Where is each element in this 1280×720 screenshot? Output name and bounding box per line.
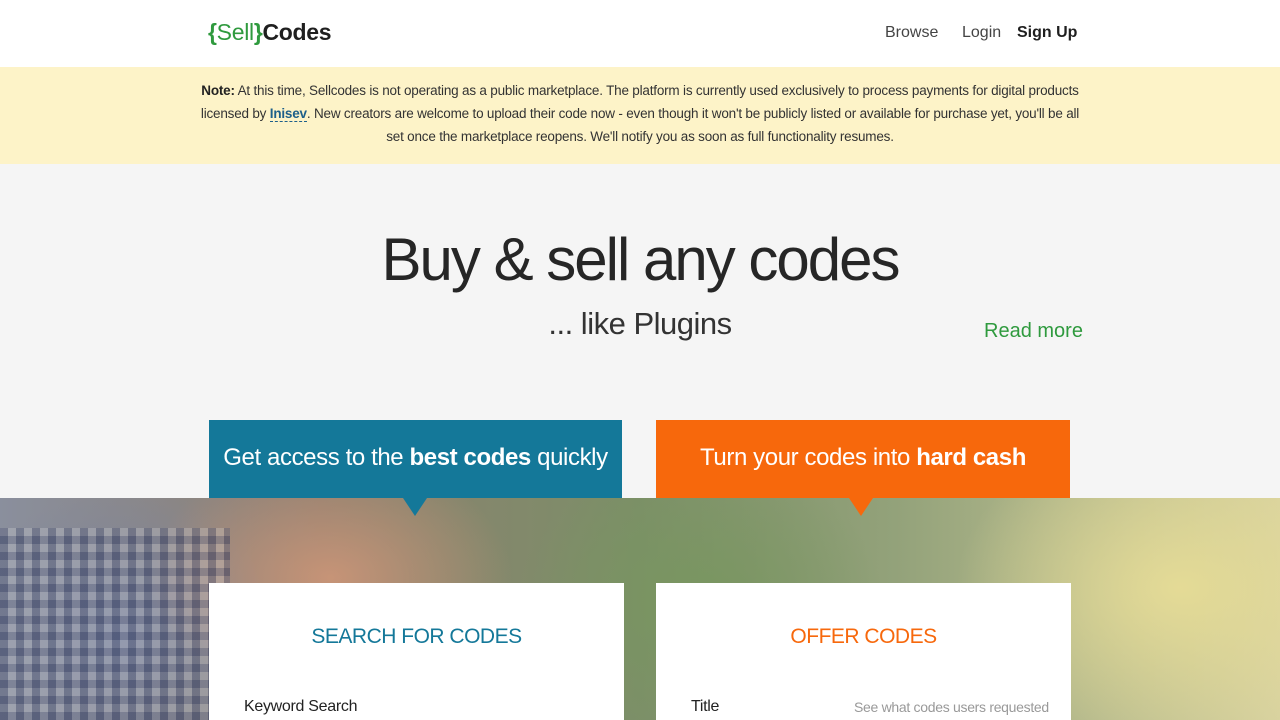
logo-sell: Sell (216, 19, 254, 45)
background-photo (0, 498, 1280, 720)
nav-signup-link[interactable]: Sign Up (1017, 24, 1077, 42)
site-logo[interactable]: {Sell}Codes (208, 19, 332, 46)
search-card: SEARCH FOR CODES Keyword Search (209, 583, 624, 720)
read-more-link[interactable]: Read more (984, 320, 1083, 343)
notice-text-part-2: . New creators are welcome to upload the… (306, 106, 1080, 144)
hero-subtitle: ... like Plugins (548, 306, 732, 341)
search-card-title: SEARCH FOR CODES (311, 625, 522, 648)
nav-browse-link[interactable]: Browse (885, 24, 938, 42)
site-header: {Sell}Codes Browse Login Sign Up (0, 0, 1280, 67)
buyer-banner-pointer (403, 498, 427, 516)
logo-codes: Codes (262, 19, 332, 45)
offer-card-title: OFFER CODES (790, 625, 937, 648)
notice-label: Note: (201, 83, 235, 98)
seller-banner: Turn your codes into hard cash (656, 420, 1070, 516)
buyer-banner-prefix: Get access to the (223, 444, 410, 471)
logo-open-brace: { (208, 19, 217, 45)
hero-title: Buy & sell any codes (381, 226, 901, 293)
buyer-banner-suffix: quickly (530, 444, 608, 471)
marketplace-notice: Note: At this time, Sellcodes is not ope… (0, 67, 1280, 164)
plaid-shirt-pattern (0, 528, 230, 720)
notice-text: Note: At this time, Sellcodes is not ope… (195, 79, 1085, 148)
seller-banner-pointer (849, 498, 873, 516)
keyword-search-label: Keyword Search (244, 698, 358, 715)
nav-login-link[interactable]: Login (962, 24, 1001, 42)
buyer-banner: Get access to the best codes quickly (209, 420, 622, 516)
seller-banner-bold: hard cash (916, 444, 1026, 471)
inisev-link[interactable]: Inisev (269, 106, 307, 122)
title-label: Title (691, 698, 720, 715)
buyer-banner-bold: best codes (409, 444, 532, 471)
requested-codes-link[interactable]: See what codes users requested (854, 699, 1049, 715)
seller-banner-prefix: Turn your codes into (700, 444, 917, 471)
offer-card: OFFER CODES Title See what codes users r… (656, 583, 1071, 720)
